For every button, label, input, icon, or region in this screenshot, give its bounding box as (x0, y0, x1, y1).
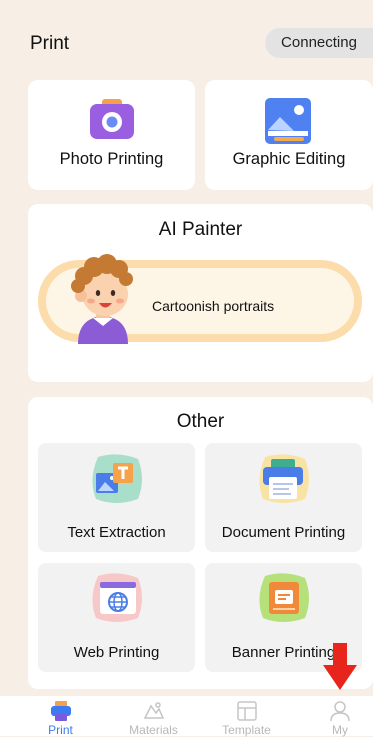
tab-materials[interactable]: Materials (107, 696, 200, 737)
header: Print Connecting (0, 0, 373, 80)
connection-status-button[interactable]: Connecting (265, 28, 373, 58)
web-globe-icon (92, 573, 142, 622)
page-title: Print (30, 33, 70, 54)
tab-materials-label: Materials (129, 723, 178, 737)
cartoon-boy-icon (71, 254, 133, 344)
printer-icon (51, 701, 71, 721)
graphic-editing-label: Graphic Editing (232, 150, 346, 168)
document-printing-label: Document Printing (221, 524, 346, 541)
photo-printing-card[interactable]: Photo Printing (28, 80, 195, 190)
tab-my[interactable]: My (279, 696, 373, 737)
text-extraction-tile[interactable]: Text Extraction (38, 443, 195, 552)
tab-print[interactable]: Print (14, 696, 107, 737)
user-icon (330, 701, 350, 722)
cartoonish-portraits-label: Cartoonish portraits (152, 298, 275, 314)
text-extraction-label: Text Extraction (67, 524, 166, 541)
materials-icon (143, 702, 165, 719)
template-icon (237, 701, 257, 721)
other-card: Other Text Extraction Document Printing (28, 397, 373, 689)
text-extraction-icon (92, 454, 142, 503)
tab-my-label: My (332, 723, 348, 737)
other-title: Other (176, 411, 225, 432)
tab-print-label: Print (48, 723, 73, 737)
printer-document-icon (259, 454, 309, 503)
red-arrow-down-icon (323, 643, 357, 690)
ai-painter-title: AI Painter (158, 219, 243, 240)
photo-printing-label: Photo Printing (59, 150, 164, 168)
banner-icon (259, 573, 309, 622)
camera-icon (90, 99, 134, 139)
web-printing-label: Web Printing (73, 644, 160, 661)
bottom-tab-bar: Print Materials Template My (0, 696, 373, 737)
web-printing-tile[interactable]: Web Printing (38, 563, 195, 672)
document-printing-tile[interactable]: Document Printing (205, 443, 362, 552)
picture-icon (265, 98, 311, 144)
graphic-editing-card[interactable]: Graphic Editing (205, 80, 373, 190)
